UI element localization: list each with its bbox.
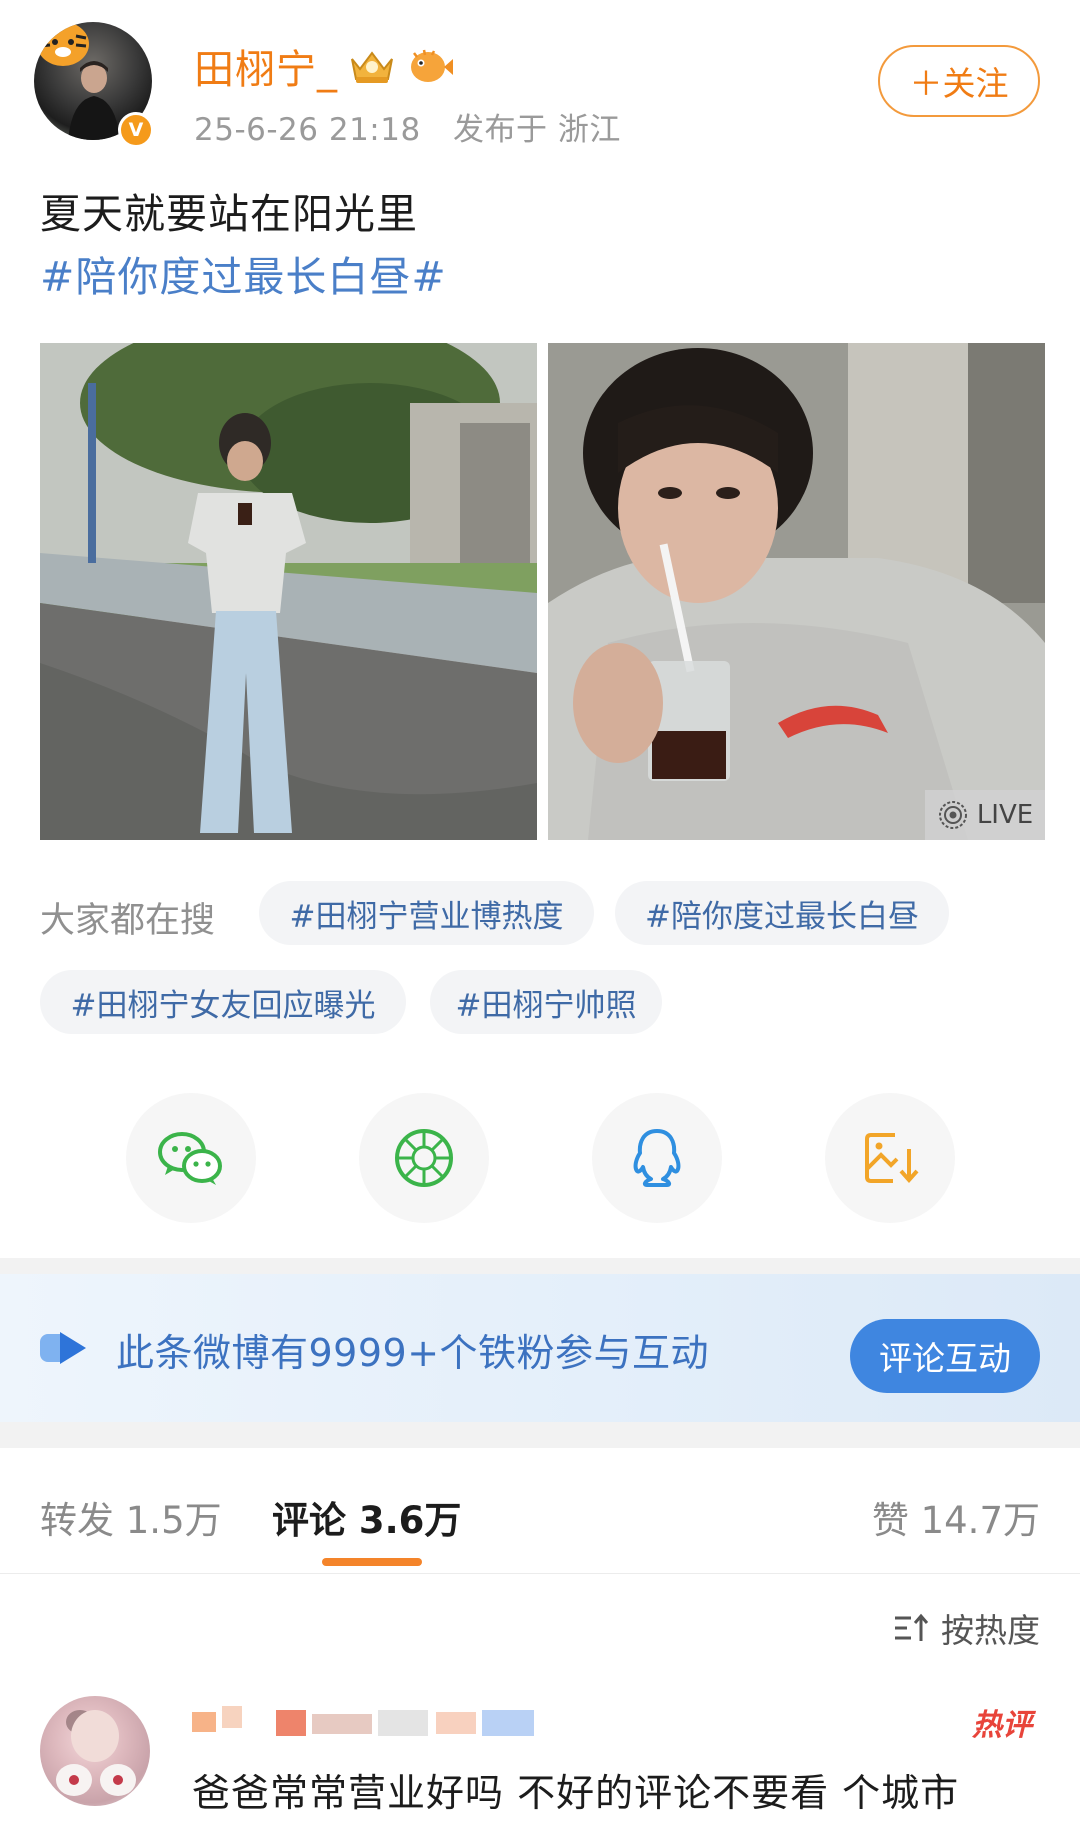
comment-text[interactable]: 爸爸常常营业好吗 不好的评论不要看 个城市 — [192, 1762, 959, 1817]
live-photo-badge[interactable]: LIVE — [925, 790, 1045, 840]
author-name[interactable]: 田栩宁_ — [194, 37, 338, 95]
sort-icon — [895, 1613, 929, 1641]
active-tab-indicator — [322, 1558, 422, 1566]
save-image-button[interactable] — [825, 1093, 955, 1223]
comment-interact-button[interactable]: 评论互动 — [850, 1319, 1040, 1393]
tab-repost[interactable]: 转发 1.5万 — [40, 1490, 222, 1544]
fans-interaction-banner[interactable]: 此条微博有9999+个铁粉参与互动 评论互动 — [0, 1274, 1080, 1422]
follow-button[interactable]: ＋关注 — [878, 45, 1040, 117]
moments-icon — [395, 1129, 453, 1187]
post-meta: 25-6-26 21:18 发布于 浙江 — [194, 104, 621, 149]
share-moments-button[interactable] — [359, 1093, 489, 1223]
photo-street-icon — [40, 343, 537, 840]
search-tag[interactable]: #田栩宁女友回应曝光 — [40, 970, 406, 1034]
sort-label: 按热度 — [941, 1611, 1040, 1650]
wechat-icon — [158, 1132, 222, 1185]
post-text: 夏天就要站在阳光里 — [40, 190, 418, 238]
qq-icon — [633, 1129, 681, 1187]
commenter-avatar[interactable] — [40, 1696, 150, 1806]
pufferfish-badge-icon — [411, 49, 453, 82]
hot-comment-badge: 热评 — [972, 1708, 1032, 1743]
post-image-1[interactable] — [40, 343, 537, 840]
post-header: V 田栩宁_ 25-6-26 21:18 发布于 浙江 ＋关注 — [0, 0, 1080, 160]
fans-chevron-icon — [40, 1332, 86, 1364]
post-topic-link[interactable]: #陪你度过最长白昼# — [40, 243, 447, 303]
section-divider — [0, 1258, 1080, 1274]
commenter-avatar-icon — [56, 1710, 136, 1796]
username-row: 田栩宁_ — [194, 38, 454, 94]
search-tag[interactable]: #陪你度过最长白昼 — [615, 881, 949, 945]
post-time: 25-6-26 21:18 — [194, 112, 421, 148]
fans-interaction-text: 此条微博有9999+个铁粉参与互动 — [116, 1331, 710, 1375]
tab-likes[interactable]: 赞 14.7万 — [872, 1490, 1040, 1544]
verified-badge: V — [118, 112, 154, 148]
interaction-tabs: 转发 1.5万 评论 3.6万 赞 14.7万 — [0, 1448, 1080, 1574]
post-location: 发布于 浙江 — [453, 112, 621, 148]
share-wechat-button[interactable] — [126, 1093, 256, 1223]
photo-closeup-icon — [548, 343, 1045, 840]
save-image-icon — [865, 1133, 919, 1184]
tab-comments[interactable]: 评论 3.6万 — [272, 1490, 461, 1544]
trending-search-label: 大家都在搜 — [40, 901, 216, 941]
live-photo-icon — [938, 801, 967, 829]
commenter-name-blurred[interactable] — [192, 1706, 592, 1746]
share-qq-button[interactable] — [592, 1093, 722, 1223]
author-figure-icon — [68, 61, 120, 140]
sort-by-hot-button[interactable]: 按热度 — [893, 1604, 1040, 1652]
crown-badge-icon — [351, 51, 393, 83]
section-divider — [0, 1422, 1080, 1448]
live-label: LIVE — [976, 800, 1034, 830]
search-tag[interactable]: #田栩宁帅照 — [430, 970, 662, 1034]
post-image-2[interactable]: LIVE — [548, 343, 1045, 840]
search-tag[interactable]: #田栩宁营业博热度 — [259, 881, 594, 945]
